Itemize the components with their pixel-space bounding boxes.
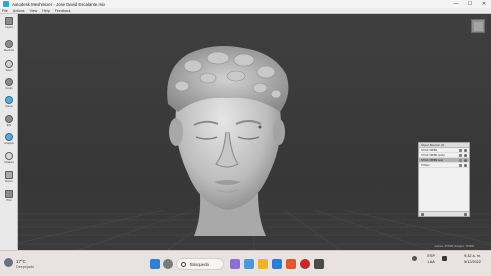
- tool-meshmix-button[interactable]: Meshmix: [1, 39, 17, 55]
- shaders-icon: [5, 152, 13, 160]
- windows-taskbar: 17°C Despejado Búsqueda ESP LAA 9:32 a. …: [0, 250, 491, 276]
- object-row[interactable]: TFNGo: [419, 163, 469, 168]
- object-name: STIGF OB/BS (stub): [421, 154, 445, 157]
- tool-label: Stamp: [5, 105, 13, 108]
- windows-start-icon[interactable]: [150, 259, 160, 269]
- tool-edit-button[interactable]: Edit: [1, 114, 17, 130]
- title-bar: Autodesk Meshmixer - Jose David Escalant…: [0, 0, 491, 8]
- sculpt-icon: [5, 78, 13, 86]
- tool-label: Sculpt: [5, 87, 13, 90]
- media-app-icon[interactable]: [300, 259, 310, 269]
- analysis-icon: [5, 133, 13, 141]
- clock-date: 5/12/2022: [464, 260, 481, 264]
- edge-browser-icon[interactable]: [272, 259, 282, 269]
- lock-icon[interactable]: [459, 164, 462, 167]
- search-icon[interactable]: [163, 259, 173, 269]
- tool-label: Edit: [6, 124, 12, 127]
- window-title: Autodesk Meshmixer - Jose David Escalant…: [12, 1, 106, 7]
- teams-icon[interactable]: [230, 259, 240, 269]
- moon-weather-icon: [4, 258, 13, 267]
- mesh-stats-text: vertices: 367482 triangles: 734960: [434, 245, 474, 248]
- object-browser-footer: [419, 211, 469, 216]
- tool-label: Export: [5, 180, 13, 183]
- tool-print-button[interactable]: Print: [1, 189, 17, 205]
- select-icon: [5, 60, 13, 68]
- edit-icon: [5, 115, 13, 123]
- task-view-icon[interactable]: [244, 259, 254, 269]
- minimize-button[interactable]: —: [449, 0, 463, 8]
- keyboard-layout: LAA: [427, 260, 435, 264]
- magnifier-icon: [181, 262, 186, 267]
- add-object-icon[interactable]: [421, 213, 424, 216]
- tool-label: Import: [5, 26, 13, 29]
- object-name: TFNGo: [421, 164, 430, 167]
- tool-select-button[interactable]: Select: [1, 59, 17, 75]
- meshmixer-taskbar-icon[interactable]: [314, 259, 324, 269]
- left-toolbar: Import Meshmix Select Sculpt Stamp Edit …: [0, 14, 18, 250]
- meshmixer-app-icon: [3, 1, 9, 7]
- file-explorer-icon[interactable]: [258, 259, 268, 269]
- tool-analysis-button[interactable]: Analysis: [1, 132, 17, 148]
- tool-label: Analysis: [4, 142, 14, 145]
- tool-label: Meshmix: [3, 49, 15, 52]
- tool-label: Select: [5, 69, 13, 72]
- brave-browser-icon[interactable]: [286, 259, 296, 269]
- taskbar-search-box[interactable]: Búsqueda: [176, 258, 224, 270]
- menu-view[interactable]: View: [30, 9, 38, 13]
- stamp-icon: [5, 96, 13, 104]
- menu-actions[interactable]: Actions: [13, 9, 25, 13]
- maximize-button[interactable]: ☐: [463, 0, 477, 8]
- lock-icon[interactable]: [459, 149, 462, 152]
- viewcube-navigation[interactable]: [471, 19, 485, 33]
- tool-shaders-button[interactable]: Shaders: [1, 151, 17, 167]
- tool-label: Shaders: [4, 161, 14, 164]
- tool-import-button[interactable]: Import: [1, 16, 17, 32]
- weather-condition-text: Despejado: [16, 265, 35, 269]
- menu-file[interactable]: File: [2, 9, 8, 13]
- window-controls: — ☐ ✕: [449, 0, 491, 8]
- tool-sculpt-button[interactable]: Sculpt: [1, 77, 17, 93]
- tool-label: Print: [6, 199, 12, 202]
- visibility-eye-icon[interactable]: [464, 154, 467, 157]
- lock-icon[interactable]: [459, 159, 462, 162]
- lock-icon[interactable]: [459, 154, 462, 157]
- print-icon: [5, 190, 13, 198]
- visibility-eye-icon[interactable]: [464, 164, 467, 167]
- close-button[interactable]: ✕: [477, 0, 491, 8]
- meshmix-icon: [5, 40, 13, 48]
- object-browser-panel: Object Browser (3) STIGF OB/BS STIGF OB/…: [418, 142, 470, 217]
- temperature-text: 17°C: [16, 259, 26, 264]
- object-name: STIGF OB/BS: [421, 149, 438, 152]
- visibility-eye-icon[interactable]: [464, 149, 467, 152]
- menu-help[interactable]: Help: [42, 9, 49, 13]
- tool-stamp-button[interactable]: Stamp: [1, 95, 17, 111]
- import-icon: [5, 17, 13, 25]
- menu-feedback[interactable]: Feedback: [55, 9, 71, 13]
- weather-widget[interactable]: 17°C Despejado: [4, 256, 52, 272]
- export-icon: [5, 171, 13, 179]
- object-name: STIGF OB/BS stub: [421, 159, 443, 162]
- delete-object-icon[interactable]: [464, 213, 467, 216]
- language-indicator[interactable]: ESP LAA: [427, 253, 435, 265]
- chevron-up-icon[interactable]: [412, 256, 417, 261]
- visibility-eye-icon[interactable]: [464, 159, 467, 162]
- search-label: Búsqueda: [190, 262, 209, 267]
- wifi-icon[interactable]: [442, 256, 447, 261]
- system-clock[interactable]: 9:32 a. m. 5/12/2022: [464, 253, 481, 265]
- tool-export-button[interactable]: Export: [1, 170, 17, 186]
